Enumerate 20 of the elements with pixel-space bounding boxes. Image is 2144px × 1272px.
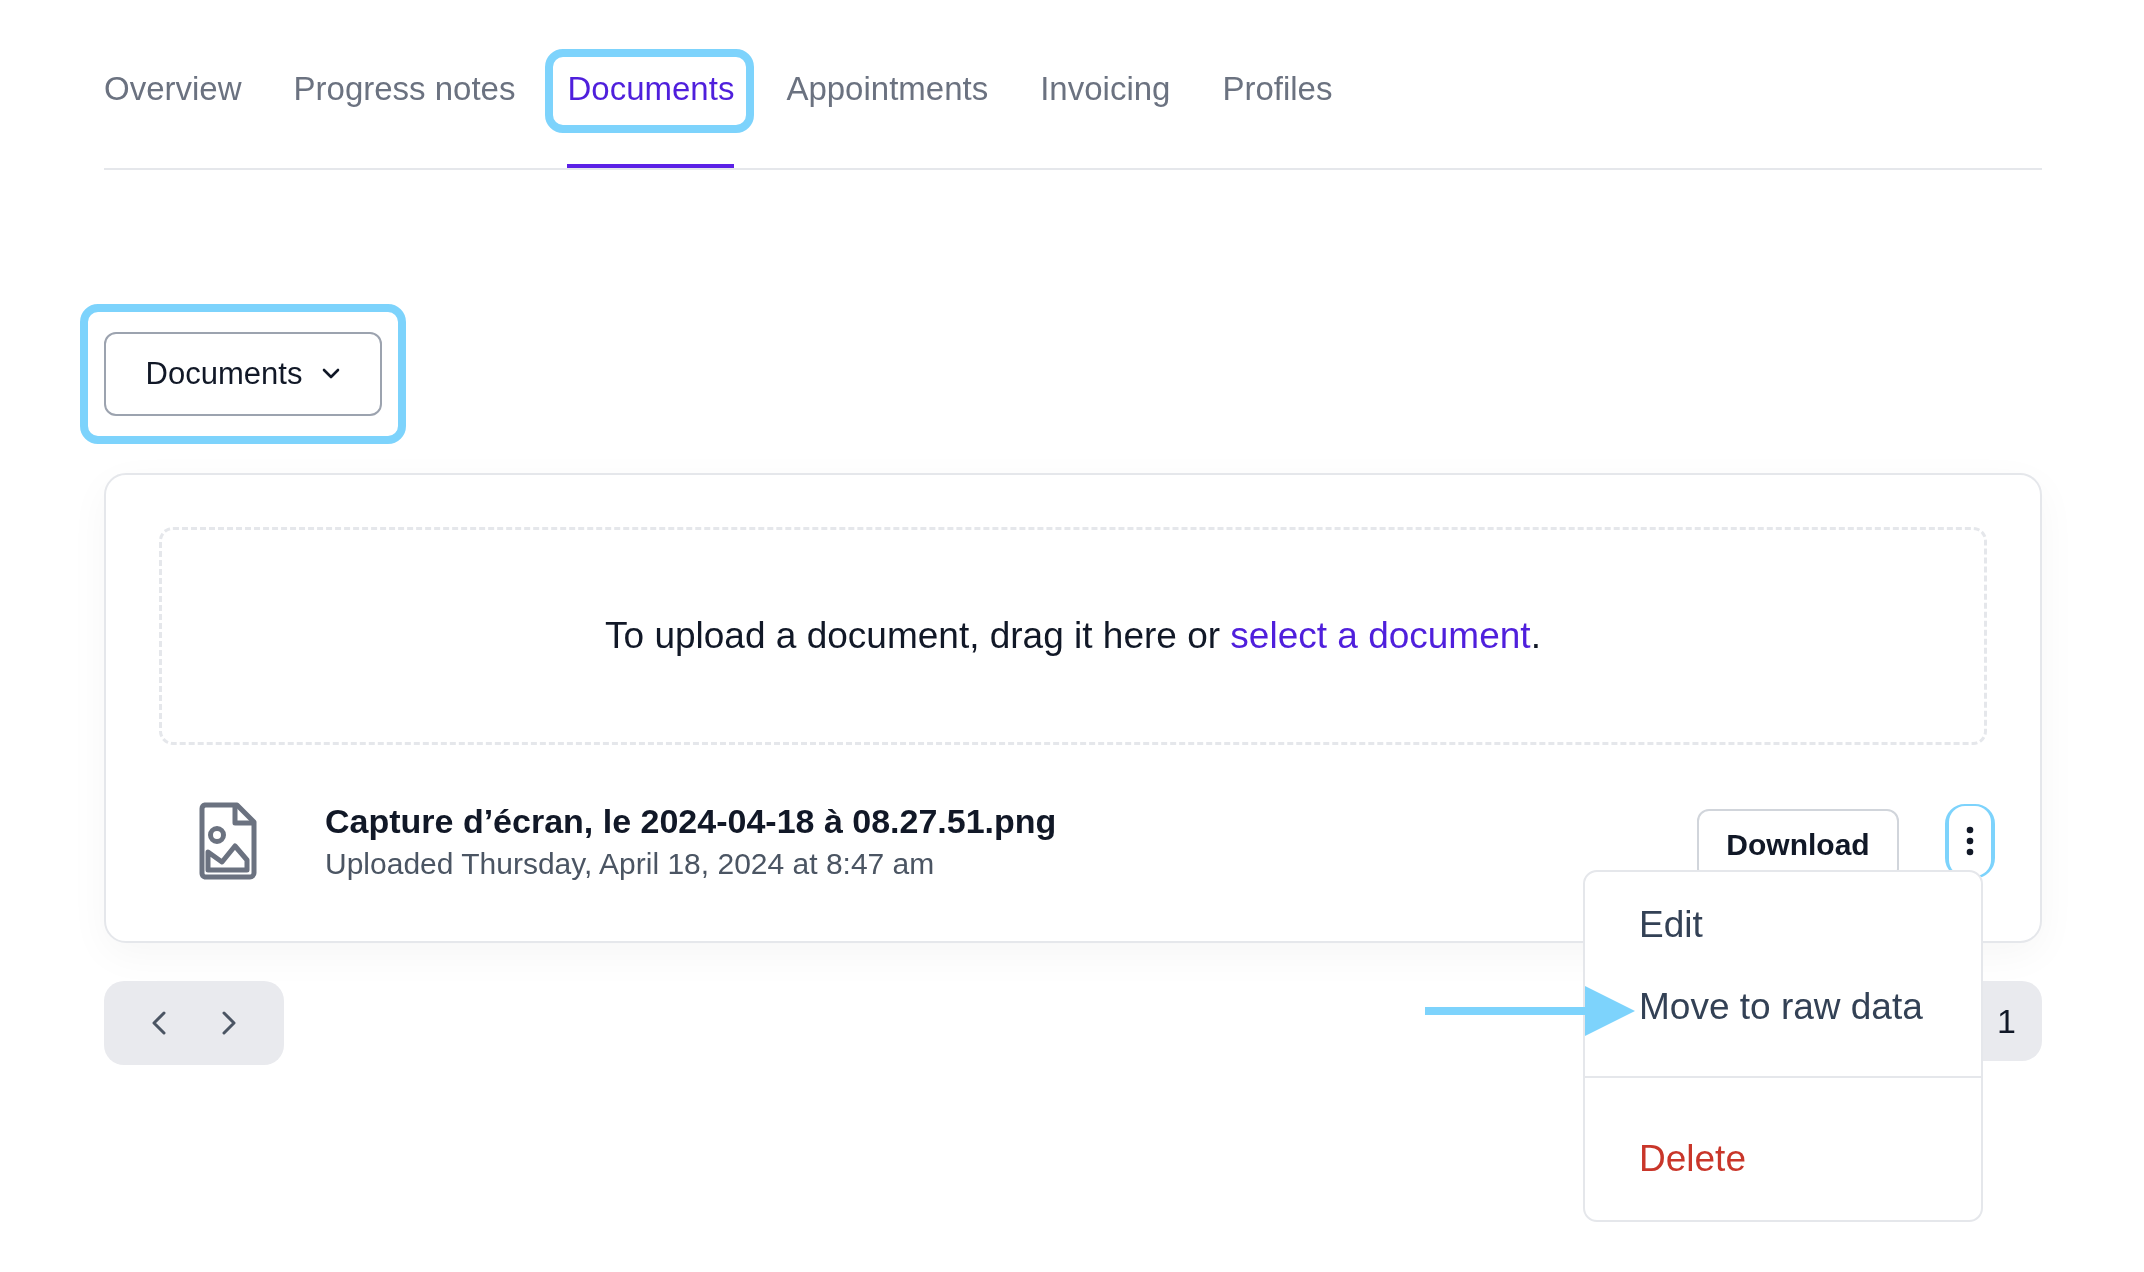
upload-instructions: To upload a document, drag it here or select a document. bbox=[605, 615, 1541, 657]
file-name: Capture d’écran, le 2024-04-18 à 08.27.51.png bbox=[325, 801, 1058, 841]
tab[interactable]: Progress notes bbox=[293, 52, 516, 168]
tab[interactable]: Appointments bbox=[786, 52, 989, 168]
vertical-dots-icon bbox=[1966, 826, 1974, 856]
tab[interactable]: Profiles bbox=[1222, 52, 1333, 168]
page-number: 1 bbox=[1997, 1001, 2016, 1041]
tab[interactable]: Overview bbox=[104, 52, 242, 168]
image-file-icon bbox=[199, 802, 257, 880]
menu-item[interactable]: Delete bbox=[1639, 1138, 1746, 1180]
tab[interactable]: Invoicing bbox=[1040, 52, 1171, 168]
menu-item[interactable]: Move to raw data bbox=[1639, 986, 1923, 1028]
next-page-icon[interactable] bbox=[222, 1011, 236, 1035]
upload-date: Uploaded Thursday, April 18, 2024 at 8:47 am bbox=[325, 846, 936, 881]
chevron-down-icon bbox=[322, 368, 341, 380]
select-document-link[interactable]: select a document bbox=[1230, 615, 1531, 656]
tab[interactable]: Documents bbox=[567, 52, 735, 168]
previous-page-icon[interactable] bbox=[152, 1011, 166, 1035]
category-dropdown[interactable]: Documents bbox=[104, 332, 382, 416]
menu-item[interactable]: Edit bbox=[1639, 904, 1703, 946]
